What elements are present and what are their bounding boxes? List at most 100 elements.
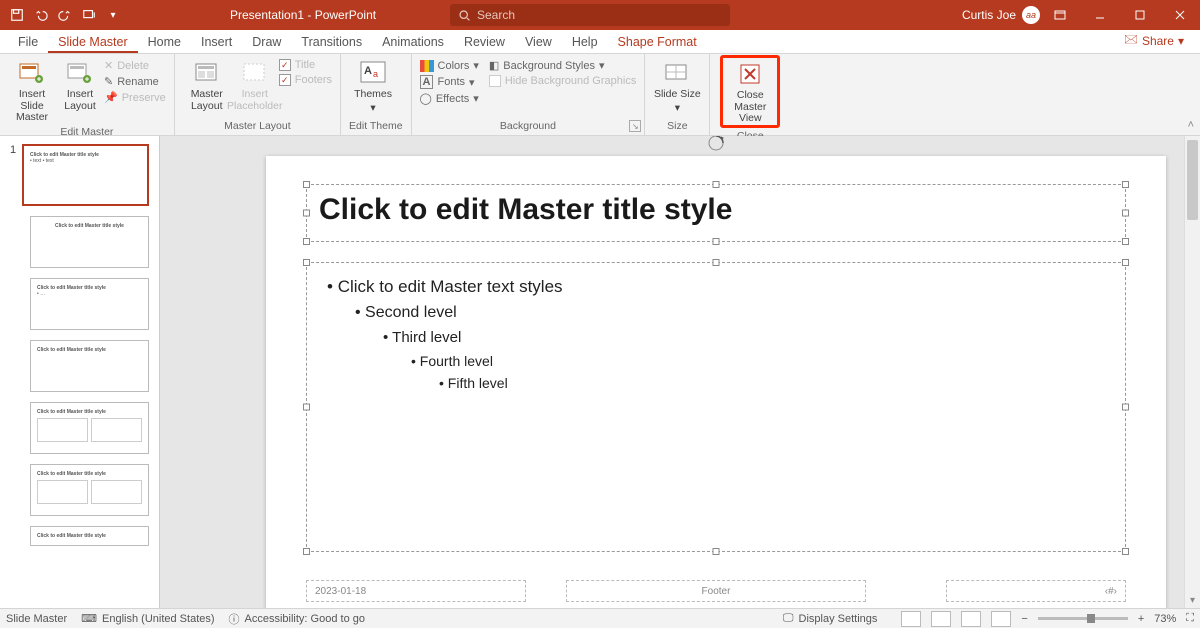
zoom-slider-knob[interactable] <box>1087 614 1095 623</box>
resize-handle[interactable] <box>303 210 310 217</box>
insert-layout-button[interactable]: Insert Layout <box>56 57 104 112</box>
group-close: Close Master View Close <box>710 54 790 135</box>
body-placeholder[interactable]: Click to edit Master text styles Second … <box>306 262 1126 552</box>
tab-file[interactable]: File <box>8 32 48 53</box>
tab-animations[interactable]: Animations <box>372 32 454 53</box>
resize-handle[interactable] <box>713 548 720 555</box>
rename-button[interactable]: ✎Rename <box>104 75 166 88</box>
thumbnail-pane[interactable]: 1 Click to edit Master title style • tex… <box>0 136 160 608</box>
background-styles-button[interactable]: ◧Background Styles ▾ <box>489 59 636 72</box>
vertical-scrollbar[interactable]: ▴ ▾ <box>1184 136 1200 608</box>
layout-thumbnail[interactable]: Click to edit Master title style <box>30 464 149 516</box>
zoom-in-button[interactable]: + <box>1138 613 1144 625</box>
resize-handle[interactable] <box>713 238 720 245</box>
slide-size-icon <box>662 59 692 87</box>
fit-to-window-button[interactable]: ⛶ <box>1186 612 1194 625</box>
ribbon: Insert Slide Master Insert Layout ✕Delet… <box>0 54 1200 136</box>
resize-handle[interactable] <box>1122 259 1129 266</box>
resize-handle[interactable] <box>303 181 310 188</box>
user-account[interactable]: Curtis Joe aa <box>962 6 1040 24</box>
resize-handle[interactable] <box>713 181 720 188</box>
layout-thumbnail[interactable]: Click to edit Master title style <box>30 526 149 546</box>
tab-transitions[interactable]: Transitions <box>291 32 372 53</box>
scrollbar-thumb[interactable] <box>1187 140 1198 220</box>
resize-handle[interactable] <box>1122 238 1129 245</box>
quick-access-toolbar: ▾ <box>0 4 130 26</box>
slide-size-button[interactable]: Slide Size ▾ <box>653 57 701 114</box>
body-text[interactable]: Click to edit Master text styles Second … <box>307 263 1125 405</box>
search-box[interactable]: Search <box>450 4 730 26</box>
slideshow-view-button[interactable] <box>991 611 1011 627</box>
tab-slide-master[interactable]: Slide Master <box>48 32 137 53</box>
tab-view[interactable]: View <box>515 32 562 53</box>
status-accessibility[interactable]: ⓘAccessibility: Good to go <box>229 611 365 627</box>
effects-button[interactable]: ◯Effects ▾ <box>420 92 479 105</box>
maximize-button[interactable] <box>1120 0 1160 30</box>
rotate-handle-icon[interactable] <box>707 136 725 157</box>
layout-thumbnail[interactable]: Click to edit Master title style <box>30 402 149 454</box>
undo-icon[interactable] <box>30 4 52 26</box>
status-mode[interactable]: Slide Master <box>6 613 67 625</box>
reading-view-button[interactable] <box>961 611 981 627</box>
layout-thumbnail[interactable]: Click to edit Master title style <box>30 216 149 268</box>
resize-handle[interactable] <box>303 548 310 555</box>
minimize-button[interactable] <box>1080 0 1120 30</box>
display-settings-button[interactable]: 🖵Display Settings <box>783 612 877 625</box>
resize-handle[interactable] <box>303 404 310 411</box>
slide-canvas[interactable]: Click to edit Master title style Click t… <box>266 156 1166 608</box>
ribbon-display-options-icon[interactable] <box>1040 0 1080 30</box>
share-button[interactable]: 🖂 Share ▾ <box>1116 28 1192 53</box>
search-icon <box>458 9 471 22</box>
close-master-view-button[interactable]: Close Master View <box>720 55 780 128</box>
resize-handle[interactable] <box>303 238 310 245</box>
tab-review[interactable]: Review <box>454 32 515 53</box>
zoom-slider[interactable] <box>1038 617 1128 620</box>
colors-icon <box>420 60 434 72</box>
group-edit-master: Insert Slide Master Insert Layout ✕Delet… <box>0 54 175 135</box>
fonts-button[interactable]: AFonts ▾ <box>420 75 479 89</box>
redo-icon[interactable] <box>54 4 76 26</box>
tab-home[interactable]: Home <box>138 32 191 53</box>
resize-handle[interactable] <box>1122 181 1129 188</box>
group-label: Size <box>653 118 701 135</box>
title-text[interactable]: Click to edit Master title style <box>307 185 1125 235</box>
master-layout-icon <box>192 59 222 87</box>
tab-draw[interactable]: Draw <box>242 32 291 53</box>
title-placeholder[interactable]: Click to edit Master title style <box>306 184 1126 242</box>
status-bar: Slide Master ⌨English (United States) ⓘA… <box>0 608 1200 628</box>
resize-handle[interactable] <box>1122 404 1129 411</box>
status-language[interactable]: ⌨English (United States) <box>81 612 214 625</box>
zoom-out-button[interactable]: − <box>1021 613 1027 625</box>
resize-handle[interactable] <box>1122 210 1129 217</box>
footer-placeholder[interactable]: Footer <box>566 580 866 602</box>
insert-placeholder-icon <box>240 59 270 87</box>
normal-view-button[interactable] <box>901 611 921 627</box>
save-icon[interactable] <box>6 4 28 26</box>
themes-button[interactable]: Aa Themes ▾ <box>349 57 397 114</box>
slide-number: 1 <box>10 144 16 156</box>
qat-more-icon[interactable]: ▾ <box>102 4 124 26</box>
master-layout-button[interactable]: Master Layout <box>183 57 231 112</box>
collapse-ribbon-icon[interactable]: ˄ <box>1188 119 1194 131</box>
insert-slide-master-button[interactable]: Insert Slide Master <box>8 57 56 124</box>
insert-placeholder-button: Insert Placeholder <box>231 57 279 112</box>
tab-insert[interactable]: Insert <box>191 32 242 53</box>
slide-number-placeholder[interactable]: ‹#› <box>946 580 1126 602</box>
master-thumbnail[interactable]: Click to edit Master title style • text … <box>22 144 149 206</box>
resize-handle[interactable] <box>303 259 310 266</box>
resize-handle[interactable] <box>1122 548 1129 555</box>
start-from-beginning-icon[interactable] <box>78 4 100 26</box>
scroll-down-icon[interactable]: ▾ <box>1185 592 1200 608</box>
close-button[interactable] <box>1160 0 1200 30</box>
slide-sorter-view-button[interactable] <box>931 611 951 627</box>
footers-checkbox: ✓Footers <box>279 74 332 86</box>
tab-shape-format[interactable]: Shape Format <box>608 32 707 53</box>
layout-thumbnail[interactable]: Click to edit Master title style <box>30 340 149 392</box>
resize-handle[interactable] <box>713 259 720 266</box>
layout-thumbnail[interactable]: Click to edit Master title style• … <box>30 278 149 330</box>
tab-help[interactable]: Help <box>562 32 608 53</box>
colors-button[interactable]: Colors ▾ <box>420 59 479 72</box>
date-placeholder[interactable]: 2023-01-18 <box>306 580 526 602</box>
background-dialog-launcher[interactable]: ↘ <box>629 120 641 132</box>
zoom-level[interactable]: 73% <box>1154 613 1176 625</box>
